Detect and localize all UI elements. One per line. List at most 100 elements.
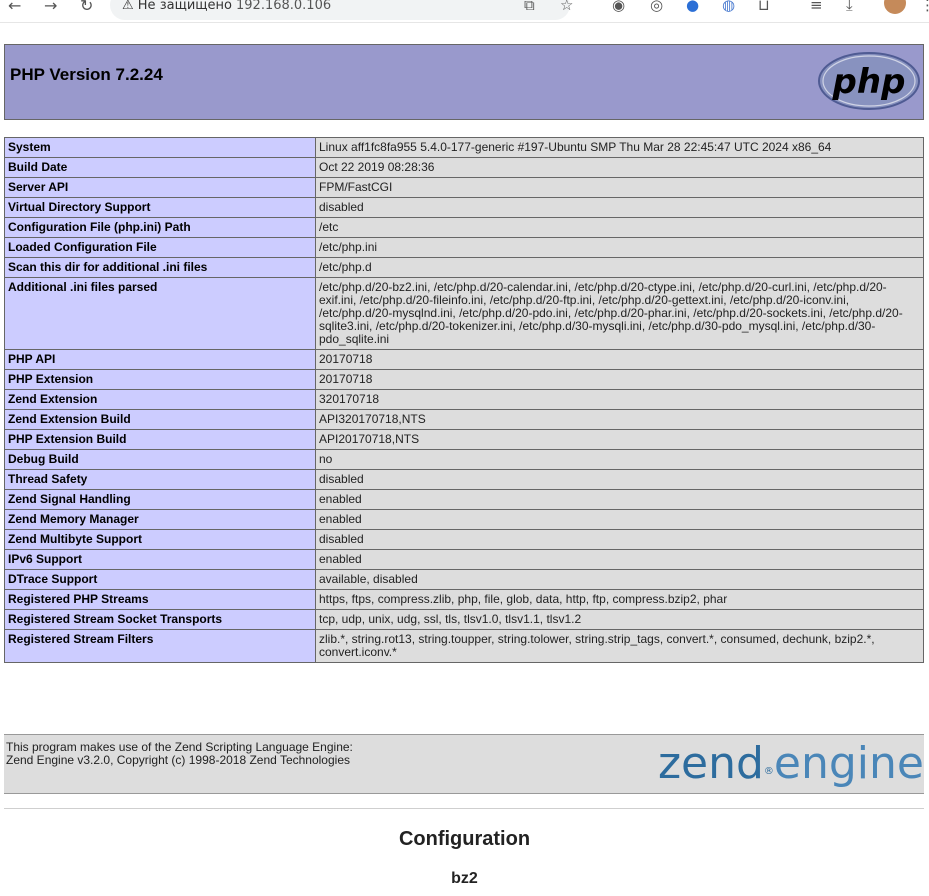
table-row: PHP Extension 20170718	[4, 369, 924, 390]
zend-logo-part1: zend	[657, 738, 764, 789]
row-value: enabled	[315, 509, 924, 530]
table-row: PHP Extension Build API20170718,NTS	[4, 429, 924, 450]
row-label: Zend Extension	[4, 389, 316, 410]
zend-engine-box: This program makes use of the Zend Scrip…	[4, 734, 924, 794]
configuration-heading: Configuration	[398, 828, 531, 850]
row-label: Additional .ini files parsed	[4, 277, 316, 350]
table-row: DTrace Support available, disabled	[4, 569, 924, 590]
table-row: Virtual Directory Support disabled	[4, 197, 924, 218]
back-arrow-icon[interactable]: ←	[8, 0, 21, 15]
php-logo-icon: php	[818, 52, 920, 110]
table-row: Configuration File (php.ini) Path/etc	[4, 217, 924, 238]
module-heading: bz2	[451, 870, 478, 887]
row-label: Configuration File (php.ini) Path	[4, 217, 316, 238]
row-value: no	[315, 449, 924, 470]
zend-engine-logo-icon: zend®engine	[658, 741, 924, 787]
row-label: Build Date	[4, 157, 316, 178]
row-label: Registered PHP Streams	[4, 589, 316, 610]
zend-logo-mark: ®	[763, 766, 774, 777]
row-value: FPM/FastCGI	[315, 177, 924, 198]
row-label: PHP Extension Build	[4, 429, 316, 450]
security-warning[interactable]: ⚠ Не защищено	[122, 0, 232, 13]
row-value: disabled	[315, 529, 924, 550]
row-label: DTrace Support	[4, 569, 316, 590]
table-row: Debug Build no	[4, 449, 924, 470]
row-value: API320170718,NTS	[315, 409, 924, 430]
row-value: API20170718,NTS	[315, 429, 924, 450]
row-value: https, ftps, compress.zlib, php, file, g…	[315, 589, 924, 610]
forward-arrow-icon[interactable]: →	[44, 0, 57, 15]
table-row: Zend Multibyte Support disabled	[4, 529, 924, 550]
extension-icon[interactable]: ●	[686, 0, 699, 14]
extension-icon[interactable]: ◍	[722, 0, 735, 14]
menu-icon[interactable]: ⋮	[920, 0, 929, 14]
browser-toolbar: ← → ↻ ⚠ Не защищено 192.168.0.106 ⧉ ☆ ◉ …	[0, 0, 929, 23]
row-label: Registered Stream Filters	[4, 629, 316, 663]
reading-list-icon[interactable]: ≡	[810, 0, 823, 14]
row-value: 20170718	[315, 349, 924, 370]
row-value: enabled	[315, 549, 924, 570]
row-label: PHP API	[4, 349, 316, 370]
table-row: Server API FPM/FastCGI	[4, 177, 924, 198]
row-label: Virtual Directory Support	[4, 197, 316, 218]
row-label: Loaded Configuration File	[4, 237, 316, 258]
table-row: Scan this dir for additional .ini files /…	[4, 257, 924, 278]
table-row: Registered Stream Filters zlib.*, string.…	[4, 629, 924, 663]
row-value: 320170718	[315, 389, 924, 410]
table-row: Loaded Configuration File/etc/php.ini	[4, 237, 924, 258]
row-label: Registered Stream Socket Transports	[4, 609, 316, 630]
row-value: /etc/php.d/20-bz2.ini, /etc/php.d/20-cal…	[315, 277, 924, 350]
table-row: Zend Extension Build API320170718,NTS	[4, 409, 924, 430]
table-row: Zend Memory Manager enabled	[4, 509, 924, 530]
table-row: System Linux aff1fc8fa955 5.4.0-177-gener…	[4, 137, 924, 158]
table-row: Additional .ini files parsed/etc/php.d/2…	[4, 277, 924, 350]
row-label: IPv6 Support	[4, 549, 316, 570]
row-value: disabled	[315, 469, 924, 490]
url-text[interactable]: 192.168.0.106	[236, 0, 331, 13]
row-label: Zend Signal Handling	[4, 489, 316, 510]
zend-logo-part2: engine	[773, 738, 924, 789]
table-row: Zend Extension 320170718	[4, 389, 924, 410]
row-value: Oct 22 2019 08:28:36	[315, 157, 924, 178]
row-label: Debug Build	[4, 449, 316, 470]
row-value: tcp, udp, unix, udg, ssl, tls, tlsv1.0, …	[315, 609, 924, 630]
extensions-puzzle-icon[interactable]: ⊔	[758, 0, 770, 14]
row-label: System	[4, 137, 316, 158]
row-value: /etc	[315, 217, 924, 238]
row-label: Thread Safety	[4, 469, 316, 490]
extension-icon[interactable]: ◎	[650, 0, 663, 14]
page-title: PHP Version 7.2.24	[10, 65, 163, 84]
table-row: Registered Stream Socket Transports tcp, …	[4, 609, 924, 630]
section-divider	[4, 808, 924, 809]
row-label: Zend Multibyte Support	[4, 529, 316, 550]
row-value: enabled	[315, 489, 924, 510]
table-row: PHP API 20170718	[4, 349, 924, 370]
table-row: IPv6 Support enabled	[4, 549, 924, 570]
row-value: available, disabled	[315, 569, 924, 590]
profile-avatar[interactable]	[884, 0, 906, 14]
row-value: /etc/php.ini	[315, 237, 924, 258]
row-label: Scan this dir for additional .ini files	[4, 257, 316, 278]
row-value: 20170718	[315, 369, 924, 390]
bookmark-star-icon[interactable]: ☆	[560, 0, 573, 14]
zend-line-2: Zend Engine v3.2.0, Copyright (c) 1998-2…	[6, 753, 350, 767]
row-label: Zend Extension Build	[4, 409, 316, 430]
row-label: Server API	[4, 177, 316, 198]
table-row: Thread Safety disabled	[4, 469, 924, 490]
table-row: Build Date Oct 22 2019 08:28:36	[4, 157, 924, 178]
php-version-header: PHP Version 7.2.24 php	[4, 44, 924, 120]
table-row: Zend Signal Handling enabled	[4, 489, 924, 510]
php-logo-text: php	[832, 62, 906, 102]
row-value: disabled	[315, 197, 924, 218]
download-icon[interactable]: ⤓	[846, 0, 853, 14]
row-value: zlib.*, string.rot13, string.toupper, st…	[315, 629, 924, 663]
row-value: /etc/php.d	[315, 257, 924, 278]
row-value: Linux aff1fc8fa955 5.4.0-177-generic #19…	[315, 137, 924, 158]
row-label: PHP Extension	[4, 369, 316, 390]
table-row: Registered PHP Streams https, ftps, compr…	[4, 589, 924, 610]
row-label: Zend Memory Manager	[4, 509, 316, 530]
extension-icon[interactable]: ◉	[612, 0, 625, 14]
reload-icon[interactable]: ↻	[80, 0, 93, 15]
translate-icon[interactable]: ⧉	[524, 0, 535, 14]
php-info-table: System Linux aff1fc8fa955 5.4.0-177-gener…	[4, 137, 924, 663]
